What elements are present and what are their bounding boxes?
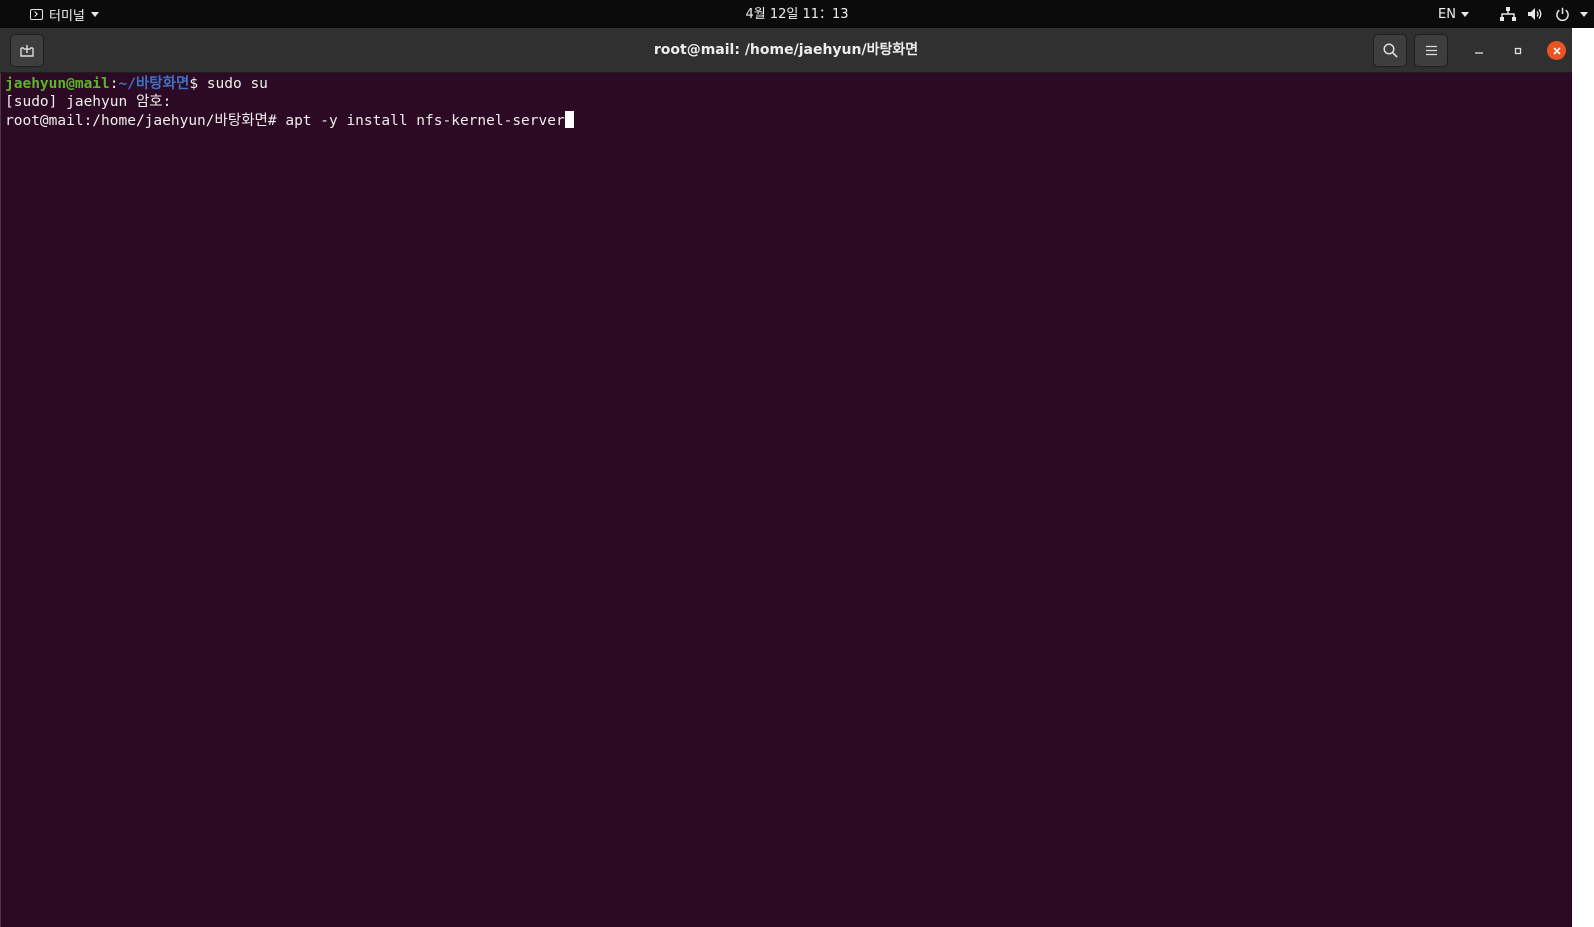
chevron-down-icon bbox=[90, 11, 99, 17]
desktop-background-strip bbox=[1572, 28, 1594, 927]
terminal-icon bbox=[30, 8, 43, 20]
system-menu-chevron-icon[interactable] bbox=[1580, 11, 1588, 17]
new-tab-button[interactable] bbox=[10, 34, 44, 67]
search-icon bbox=[1382, 43, 1398, 58]
close-button[interactable] bbox=[1547, 41, 1566, 60]
text-cursor bbox=[564, 111, 574, 128]
input-language-menu[interactable]: EN bbox=[1438, 7, 1469, 22]
input-language-label: EN bbox=[1438, 6, 1456, 22]
terminal-output-area[interactable]: jaehyun@mail:~/바탕화면$ sudo su [sudo] jaeh… bbox=[0, 73, 1572, 927]
volume-icon[interactable] bbox=[1526, 5, 1544, 23]
command-input[interactable]: apt -y install nfs-kernel-server bbox=[285, 113, 564, 129]
password-prompt-text: [sudo] jaehyun 암호: bbox=[5, 94, 181, 110]
network-icon[interactable] bbox=[1499, 5, 1517, 23]
new-tab-icon bbox=[20, 45, 34, 57]
maximize-icon bbox=[1514, 47, 1521, 54]
maximize-button[interactable] bbox=[1508, 41, 1527, 60]
prompt-user-host: jaehyun@mail bbox=[5, 76, 110, 92]
prompt-symbol: $ bbox=[189, 76, 207, 92]
clock-button[interactable]: 4월 12일 11：13 bbox=[745, 7, 848, 22]
command-text: sudo su bbox=[206, 76, 268, 92]
chevron-down-icon bbox=[1461, 11, 1469, 17]
prompt-path: ~/바탕화면 bbox=[118, 76, 190, 92]
minimize-icon bbox=[1474, 51, 1483, 54]
clock-area: 4월 12일 11：13 bbox=[0, 0, 1594, 28]
desktop-screen: 터미널 4월 12일 11：13 EN root@mail: /home/jae… bbox=[0, 0, 1594, 927]
prompt-separator: : bbox=[109, 76, 119, 92]
app-menu-label: 터미널 bbox=[49, 8, 85, 24]
close-icon bbox=[1552, 46, 1561, 55]
terminal-line-password-prompt: [sudo] jaehyun 암호: bbox=[5, 93, 180, 111]
power-icon[interactable] bbox=[1553, 5, 1571, 23]
menu-button[interactable] bbox=[1414, 34, 1448, 67]
gnome-top-bar: 터미널 4월 12일 11：13 EN bbox=[0, 0, 1594, 28]
minimize-button[interactable] bbox=[1469, 41, 1488, 60]
app-menu[interactable]: 터미널 bbox=[30, 0, 99, 28]
hamburger-icon bbox=[1425, 45, 1437, 56]
terminal-header-bar: root@mail: /home/jaehyun/바탕화면 bbox=[0, 28, 1572, 73]
search-button[interactable] bbox=[1373, 34, 1407, 67]
root-prompt: root@mail:/home/jaehyun/바탕화면# bbox=[5, 113, 286, 129]
system-tray: EN bbox=[1438, 0, 1594, 28]
window-title: root@mail: /home/jaehyun/바탕화면 bbox=[653, 42, 919, 58]
terminal-line-current-command: root@mail:/home/jaehyun/바탕화면# apt -y ins… bbox=[5, 111, 574, 129]
terminal-line-sudo-su: jaehyun@mail:~/바탕화면$ sudo su bbox=[5, 75, 268, 93]
